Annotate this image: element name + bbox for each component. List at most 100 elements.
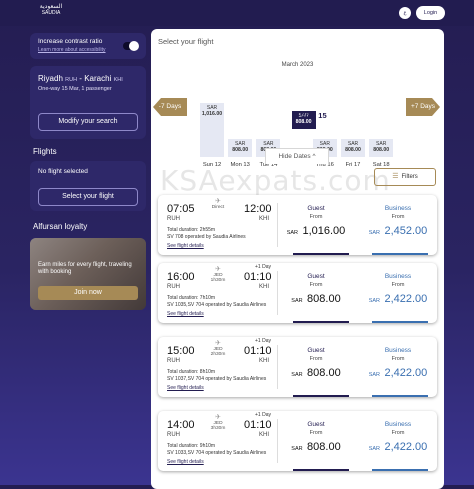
stop-type: Direct bbox=[211, 204, 225, 210]
departure-time: 15:00 bbox=[167, 345, 195, 357]
departure-code: RUH bbox=[167, 358, 180, 364]
join-now-button[interactable]: Join now bbox=[38, 286, 138, 300]
loyalty-banner: Earn miles for every flight, traveling w… bbox=[30, 238, 146, 310]
business-fare-option[interactable]: Business From SAR 2,422.00 bbox=[358, 273, 438, 307]
arrival-code: KHI bbox=[259, 358, 270, 364]
business-from-label: From bbox=[391, 282, 405, 288]
no-flight-text: No flight selected bbox=[38, 168, 88, 175]
date-option[interactable]: SAR 808.00 Fri 17 bbox=[341, 103, 365, 169]
business-from-label: From bbox=[391, 214, 405, 220]
filters-label: Filters bbox=[401, 174, 418, 180]
flight-card[interactable]: 07:05 RUH ✈ Direct 12:00 KHI Total duration: 2… bbox=[158, 195, 437, 255]
stop-duration: 2h30m bbox=[210, 352, 226, 357]
flight-route-info: ✈ JED 1h30m bbox=[196, 266, 240, 284]
guest-from-label: From bbox=[309, 282, 323, 288]
contrast-toggle[interactable] bbox=[123, 41, 139, 51]
departure-time: 16:00 bbox=[167, 271, 195, 283]
business-underline bbox=[372, 469, 428, 471]
flight-card[interactable]: 15:00 RUH ✈ JED 2h30m +1 Day 01:10 KHI Total dur… bbox=[158, 337, 437, 397]
business-amount: 2,422.00 bbox=[384, 441, 428, 453]
saudia-logo[interactable]: السعودية SAUDIA bbox=[36, 4, 66, 20]
business-class-label: Business bbox=[384, 205, 412, 212]
guest-price: SAR 1,016.00 bbox=[276, 221, 356, 239]
business-underline bbox=[372, 321, 428, 323]
business-amount: 2,452.00 bbox=[384, 225, 428, 237]
date-price: 1,016.00 bbox=[201, 111, 223, 117]
business-amount: 2,422.00 bbox=[384, 293, 428, 305]
guest-underline bbox=[293, 321, 349, 323]
see-flight-details-link[interactable]: See flight details bbox=[167, 243, 204, 249]
guest-fare-option[interactable]: Guest From SAR 1,016.00 bbox=[276, 205, 356, 239]
route-title: Riyadh RUH - Karachi KHI bbox=[38, 74, 123, 83]
flight-card[interactable]: 14:00 RUH ✈ JED 3h30m +1 Day 01:10 KHI Total dur… bbox=[158, 411, 437, 471]
date-option[interactable]: SAR 808.00 Sat 18 bbox=[369, 103, 394, 169]
date-option[interactable]: SAR 1,016.00 Sun 12 bbox=[200, 103, 224, 169]
business-fare-option[interactable]: Business From SAR 2,422.00 bbox=[358, 347, 438, 381]
flight-route-info: ✈ JED 2h30m bbox=[196, 340, 240, 358]
filters-button[interactable]: ☰ Filters bbox=[374, 168, 436, 186]
guest-from-label: From bbox=[309, 356, 323, 362]
guest-price: SAR 808.00 bbox=[276, 437, 356, 455]
language-button[interactable]: ع bbox=[399, 7, 411, 19]
guest-fare-option[interactable]: Guest From SAR 808.00 bbox=[276, 347, 356, 381]
guest-from-label: From bbox=[309, 214, 323, 220]
modify-search-button[interactable]: Modify your search bbox=[38, 113, 138, 131]
business-fare-option[interactable]: Business From SAR 2,452.00 bbox=[358, 205, 438, 239]
business-underline bbox=[372, 395, 428, 397]
flight-route-info: ✈ Direct bbox=[196, 198, 240, 210]
date-price-bar[interactable]: SAR808.00 bbox=[341, 139, 365, 157]
trip-summary-panel: Riyadh RUH - Karachi KHI One-way 15 Mar,… bbox=[30, 66, 146, 139]
contrast-panel: Increase contrast ratio Learn more about… bbox=[30, 33, 146, 59]
date-option[interactable]: SAR 808.00 Mon 13 bbox=[228, 103, 253, 169]
business-price: SAR 2,422.00 bbox=[358, 437, 438, 455]
date-price: 808.00 bbox=[345, 147, 361, 153]
arrival-time: 01:10 bbox=[244, 345, 272, 357]
date-price-bar[interactable]: SAR808.00 bbox=[369, 139, 394, 157]
guest-underline bbox=[293, 469, 349, 471]
month-label: March 2023 bbox=[281, 62, 314, 68]
plus-day-badge: +1 Day bbox=[255, 338, 271, 344]
business-currency: SAR bbox=[368, 298, 381, 304]
top-bar: السعودية SAUDIA ع Login bbox=[0, 0, 474, 26]
business-from-label: From bbox=[391, 430, 405, 436]
guest-class-label: Guest bbox=[307, 273, 325, 280]
stop-duration: 3h30m bbox=[210, 426, 226, 431]
business-currency: SAR bbox=[368, 446, 381, 452]
loyalty-text: Earn miles for every flight, traveling w… bbox=[38, 262, 132, 275]
guest-underline bbox=[293, 253, 349, 255]
flight-card[interactable]: 16:00 RUH ✈ JED 1h30m +1 Day 01:10 KHI Total dur… bbox=[158, 263, 437, 323]
arrival-code: KHI bbox=[259, 216, 270, 222]
see-flight-details-link[interactable]: See flight details bbox=[167, 311, 204, 317]
business-currency: SAR bbox=[368, 372, 381, 378]
departure-code: RUH bbox=[167, 284, 180, 290]
select-your-flight-button[interactable]: Select your flight bbox=[38, 188, 138, 206]
accessibility-link[interactable]: Learn more about accessibility bbox=[38, 47, 106, 53]
guest-price: SAR 808.00 bbox=[276, 363, 356, 381]
total-duration: Total duration: 9h10m bbox=[167, 443, 216, 449]
hide-dates-button[interactable]: Hide Dates ^ bbox=[265, 148, 329, 164]
route-to-code: KHI bbox=[113, 77, 123, 83]
guest-currency: SAR bbox=[291, 298, 303, 304]
total-duration: Total duration: 8h10m bbox=[167, 369, 216, 375]
guest-amount: 808.00 bbox=[307, 293, 341, 305]
business-amount: 2,422.00 bbox=[384, 367, 428, 379]
total-duration: Total duration: 2h55m bbox=[167, 227, 216, 233]
operated-by: SV 708 operated by Saudia Airlines bbox=[167, 234, 246, 240]
guest-currency: SAR bbox=[291, 372, 303, 378]
stop-duration: 1h30m bbox=[210, 278, 226, 283]
contrast-label: Increase contrast ratio bbox=[38, 38, 103, 45]
date-price-bar[interactable]: SAR808.00 bbox=[228, 139, 253, 157]
flight-route-info: ✈ JED 3h30m bbox=[196, 414, 240, 432]
see-flight-details-link[interactable]: See flight details bbox=[167, 385, 204, 391]
guest-from-label: From bbox=[309, 430, 323, 436]
guest-class-label: Guest bbox=[307, 347, 325, 354]
operated-by: SV 1035,SV 704 operated by Saudia Airlin… bbox=[167, 302, 267, 308]
see-flight-details-link[interactable]: See flight details bbox=[167, 459, 204, 465]
date-price-bar[interactable]: SAR 1,016.00 bbox=[200, 103, 224, 157]
business-price: SAR 2,422.00 bbox=[358, 363, 438, 381]
guest-fare-option[interactable]: Guest From SAR 808.00 bbox=[276, 273, 356, 307]
guest-fare-option[interactable]: Guest From SAR 808.00 bbox=[276, 421, 356, 455]
login-button[interactable]: Login bbox=[416, 6, 445, 20]
business-fare-option[interactable]: Business From SAR 2,422.00 bbox=[358, 421, 438, 455]
business-class-label: Business bbox=[384, 347, 412, 354]
